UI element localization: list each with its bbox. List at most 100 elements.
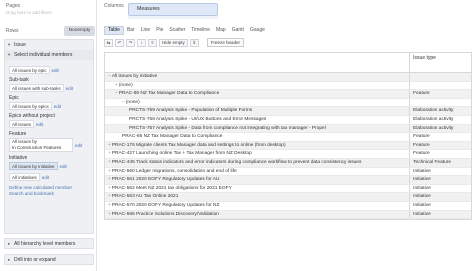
table-row[interactable]: +PRAC-560 Ledger migrations, consolidati… (105, 167, 471, 177)
issue-type-cell: Initiative (413, 194, 431, 200)
expand-icon[interactable]: + (108, 194, 111, 199)
table-row[interactable]: PRCTS-759 Analysis Spike - Population of… (105, 107, 471, 116)
edit-link[interactable]: edit (75, 143, 82, 148)
table-row[interactable]: +(none) (105, 81, 471, 91)
expand-icon[interactable]: + (108, 186, 111, 191)
row-label: PRAC-561 2020 EOFY Regulatory Updates fo… (111, 177, 220, 183)
issue-type-cell: Feature (413, 142, 430, 148)
collapse-icon[interactable]: − (122, 100, 125, 105)
hide-empty-select[interactable]: Hide empty (159, 38, 188, 47)
row-label: PRAC-595 Practice Solutions Discovery/Va… (111, 211, 219, 217)
drill-box[interactable]: ▸ Drill into or expand (4, 254, 94, 265)
edit-link[interactable]: edit (60, 164, 67, 169)
expand-icon[interactable]: + (108, 160, 111, 165)
header-issue-type[interactable]: Issue type (410, 53, 471, 72)
chip-all-initiatives[interactable]: All initiatives (9, 173, 40, 181)
tab-map[interactable]: Map (213, 26, 229, 35)
undo-icon[interactable]: ↶ (115, 38, 124, 47)
nonempty-button[interactable]: Nonempty (64, 26, 95, 36)
tab-timeline[interactable]: Timeline (188, 26, 213, 35)
toolbar: ⇆ ↶ ↷ ↕ ≡ Hide empty ⊻ Freeze header (104, 37, 245, 48)
row-label-cell[interactable]: +PRAC-561 2020 EOFY Regulatory Updates f… (105, 176, 411, 184)
table-row[interactable]: +PRAC-561 2020 EOFY Regulatory Updates f… (105, 176, 471, 185)
measures-chip[interactable]: Measures (128, 3, 218, 16)
row-label-cell[interactable]: +PRAC-445 Track status indicators and er… (105, 158, 411, 167)
expand-icon[interactable]: + (108, 169, 111, 174)
tab-scatter[interactable]: Scatter (166, 26, 188, 35)
table-row[interactable]: −(none) (105, 98, 471, 108)
arrow-icon[interactable]: ↕ (137, 38, 146, 47)
expand-icon[interactable]: + (108, 203, 111, 208)
row-label-cell[interactable]: +PRAC-562 Meet NZ 2021 tax obligations f… (105, 184, 411, 193)
row-label-cell[interactable]: +PRAC-595 Practice Solutions Discovery/V… (105, 210, 411, 219)
swap-icon[interactable]: ⇆ (104, 38, 113, 47)
expand-icon[interactable]: + (108, 151, 111, 156)
select-members-label: Select individual members (14, 52, 73, 58)
row-label-cell[interactable]: +PRAC-563 AU Tax Online 2021 (105, 193, 411, 201)
tab-line[interactable]: Line (138, 26, 153, 35)
tab-gantt[interactable]: Gantt (229, 26, 247, 35)
edit-link[interactable]: edit (54, 104, 61, 109)
expand-icon[interactable]: + (115, 83, 118, 88)
row-label: PRAC-427 Launching online Tax + Tax Mana… (111, 151, 252, 157)
tab-bar[interactable]: Bar (124, 26, 138, 35)
table-row[interactable]: PRCTS-757 Analysis Spike - Data from com… (105, 124, 471, 134)
edit-link[interactable]: edit (52, 68, 59, 73)
tab-gauge[interactable]: Gauge (247, 26, 268, 35)
row-label: PRAC-176 Migrate clients Tax Manager dat… (111, 142, 286, 148)
chip-initiative[interactable]: All issues by initiative (9, 162, 58, 170)
all-hierarchy-box[interactable]: ▸ All hierarchy level members (4, 238, 94, 249)
table-row[interactable]: −PRAC-86 NZ Tax Manager Data to Complian… (105, 90, 471, 99)
collapse-icon[interactable]: − (115, 91, 118, 96)
issue-dimension-header[interactable]: ▾ Issue (5, 40, 93, 50)
row-label-cell[interactable]: +PRAC-560 Ledger migrations, consolidati… (105, 167, 411, 176)
row-label-cell[interactable]: +PRAC-570 2020 EOFY Regulatory Updates f… (105, 201, 411, 210)
select-members-header[interactable]: ▾ Select individual members (5, 50, 93, 60)
row-label-cell[interactable]: PRCTS-757 Analysis Spike - Data from com… (105, 124, 411, 133)
chip-all-issues[interactable]: All issues (9, 120, 35, 128)
issue-dimension-box: ▾ Issue ▾ Select individual members All … (4, 39, 94, 234)
redo-icon[interactable]: ↷ (126, 38, 135, 47)
issue-type-cell: Feature (413, 91, 430, 97)
table-row[interactable]: +PRAC-176 Migrate clients Tax Manager da… (105, 141, 471, 151)
expand-icon[interactable]: + (108, 143, 111, 148)
row-label-cell[interactable]: PRAC-86 NZ Tax Manager Data to Complianc… (105, 133, 411, 141)
tab-table[interactable]: Table (104, 26, 124, 35)
chip-feature-construction[interactable]: All issues by In Construction Features (9, 138, 73, 152)
table-row[interactable]: +PRAC-563 AU Tax Online 2021 Initiative (105, 193, 471, 202)
freeze-header-button[interactable]: Freeze header (206, 38, 245, 47)
table-row[interactable]: +PRAC-562 Meet NZ 2021 tax obligations f… (105, 184, 471, 194)
table-row[interactable]: PRCTS-758 Analysis Spike - UI/UX Buttons… (105, 115, 471, 125)
row-label-cell[interactable]: −PRAC-86 NZ Tax Manager Data to Complian… (105, 90, 411, 98)
row-label-cell[interactable]: +(none) (105, 81, 411, 90)
row-label-cell[interactable]: −(none) (105, 98, 411, 107)
row-label-cell[interactable]: −All issues by initiative (105, 73, 411, 81)
issue-type-cell: Elaboration activity (413, 108, 454, 114)
table-row[interactable]: −All issues by initiative (105, 73, 471, 82)
chip-epics[interactable]: All issues by epics (9, 102, 52, 110)
tab-pie[interactable]: Pie (153, 26, 166, 35)
row-label-cell[interactable]: PRCTS-758 Analysis Spike - UI/UX Buttons… (105, 115, 411, 124)
expand-icon[interactable]: + (108, 177, 111, 182)
subtask-label: Sub-task (9, 77, 29, 83)
filter-icon[interactable]: ⊻ (189, 38, 199, 47)
collapse-icon[interactable]: − (108, 74, 111, 79)
drill-label: Drill into or expand (14, 257, 56, 263)
table-row[interactable]: +PRAC-570 2020 EOFY Regulatory Updates f… (105, 201, 471, 211)
chip-all-issues-epic[interactable]: All issues by epic (9, 66, 50, 74)
table-row[interactable]: PRAC-86 NZ Tax Manager Data to Complianc… (105, 133, 471, 142)
row-label-cell[interactable]: +PRAC-176 Migrate clients Tax Manager da… (105, 141, 411, 150)
row-label-cell[interactable]: +PRAC-427 Launching online Tax + Tax Man… (105, 150, 411, 158)
edit-link[interactable]: edit (36, 122, 43, 127)
table-row[interactable]: +PRAC-595 Practice Solutions Discovery/V… (105, 210, 471, 220)
row-label-cell[interactable]: PRCTS-759 Analysis Spike - Population of… (105, 107, 411, 115)
table-row[interactable]: +PRAC-427 Launching online Tax + Tax Man… (105, 150, 471, 159)
edit-link[interactable]: edit (66, 86, 73, 91)
sort-icon[interactable]: ≡ (148, 38, 157, 47)
edit-link[interactable]: edit (42, 175, 49, 180)
table-row[interactable]: +PRAC-445 Track status indicators and er… (105, 158, 471, 168)
search-bookmark-link[interactable]: Search and bookmark (5, 191, 93, 197)
row-label: PRAC-563 AU Tax Online 2021 (111, 194, 179, 200)
expand-icon[interactable]: + (108, 212, 111, 217)
chip-subtasks[interactable]: All issues with sub-tasks (9, 84, 64, 92)
